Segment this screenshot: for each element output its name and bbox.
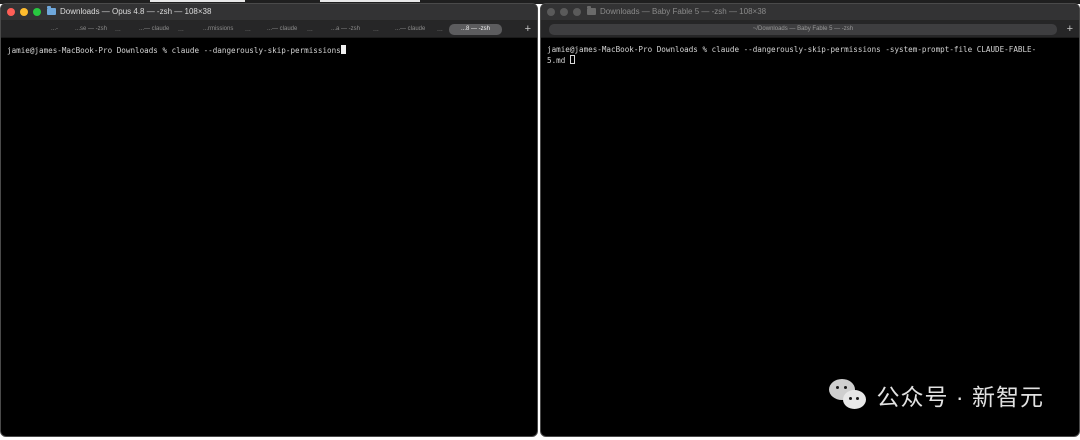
window-title: Downloads — Baby Fable 5 — -zsh — 108×38 — [587, 6, 767, 16]
close-button[interactable] — [547, 8, 555, 16]
tab-overflow: ... — [245, 26, 251, 33]
tab-active[interactable]: ...8 — -zsh — [449, 24, 503, 35]
watermark: 公众号 · 新智元 — [828, 378, 1044, 412]
terminal-prompt-line-wrap: 5.md — [547, 56, 570, 65]
window-title: Downloads — Opus 4.8 — -zsh — 108×38 — [47, 6, 212, 16]
wechat-bubble-small — [842, 390, 866, 409]
window-title-text: Downloads — Baby Fable 5 — -zsh — 108×38 — [600, 7, 767, 16]
terminal-prompt-line: jamie@james-MacBook-Pro Downloads % clau… — [547, 45, 1037, 54]
tab-bar: ~/Downloads — Baby Fable 5 — -zsh + — [541, 21, 1079, 38]
minimize-button[interactable] — [560, 8, 568, 16]
tab-overflow: ... — [115, 26, 121, 33]
bubble-eye — [843, 386, 847, 389]
watermark-text: 公众号 · 新智元 — [876, 384, 1044, 410]
tab-overflow: ... — [178, 26, 184, 33]
title-bar[interactable]: Downloads — Opus 4.8 — -zsh — 108×38 — [1, 4, 537, 21]
text-cursor — [569, 55, 575, 64]
tab-2[interactable]: ...se — -zsh — [75, 24, 107, 35]
terminal-window-right[interactable]: Downloads — Baby Fable 5 — -zsh — 108×38… — [540, 3, 1080, 437]
terminal-output[interactable]: jamie@james-MacBook-Pro Downloads % clau… — [7, 45, 531, 56]
terminal-prompt-line: jamie@james-MacBook-Pro Downloads % clau… — [7, 46, 341, 55]
bubble-eye — [855, 397, 859, 400]
new-tab-button[interactable]: + — [525, 22, 531, 36]
top-edge-highlight — [150, 0, 245, 2]
top-edge-highlight — [320, 0, 420, 2]
terminal-output[interactable]: jamie@james-MacBook-Pro Downloads % clau… — [547, 45, 1073, 66]
close-button[interactable] — [7, 8, 15, 16]
tab-7[interactable]: ...— claude — [395, 24, 425, 35]
tab-overflow: ... — [373, 26, 379, 33]
tab-overflow: ... — [437, 26, 443, 33]
terminal-window-left[interactable]: Downloads — Opus 4.8 — -zsh — 108×38 ...… — [0, 3, 538, 437]
folder-icon — [587, 6, 596, 15]
title-bar[interactable]: Downloads — Baby Fable 5 — -zsh — 108×38 — [541, 4, 1079, 21]
zoom-button[interactable] — [33, 8, 41, 16]
tab-5[interactable]: ...— claude — [267, 24, 297, 35]
wechat-icon — [828, 379, 869, 411]
tab-4[interactable]: ...rmissions — [203, 24, 233, 35]
bubble-eye — [835, 386, 839, 389]
bubble-eye — [848, 397, 852, 400]
tab-6[interactable]: ...a — -zsh — [331, 24, 360, 35]
window-title-text: Downloads — Opus 4.8 — -zsh — 108×38 — [60, 7, 212, 16]
tab-bar: ...- ...se — -zsh ... ...— claude ... ..… — [1, 21, 537, 38]
text-cursor — [340, 45, 346, 54]
minimize-button[interactable] — [20, 8, 28, 16]
tab-3[interactable]: ...— claude — [139, 24, 169, 35]
window-controls — [547, 8, 581, 16]
tab-overflow: ... — [307, 26, 313, 33]
window-controls — [7, 8, 41, 16]
tab-active[interactable]: ~/Downloads — Baby Fable 5 — -zsh — [549, 24, 1057, 35]
folder-icon — [47, 6, 56, 15]
zoom-button[interactable] — [573, 8, 581, 16]
tab-1[interactable]: ...- — [51, 24, 58, 35]
new-tab-button[interactable]: + — [1067, 22, 1073, 36]
